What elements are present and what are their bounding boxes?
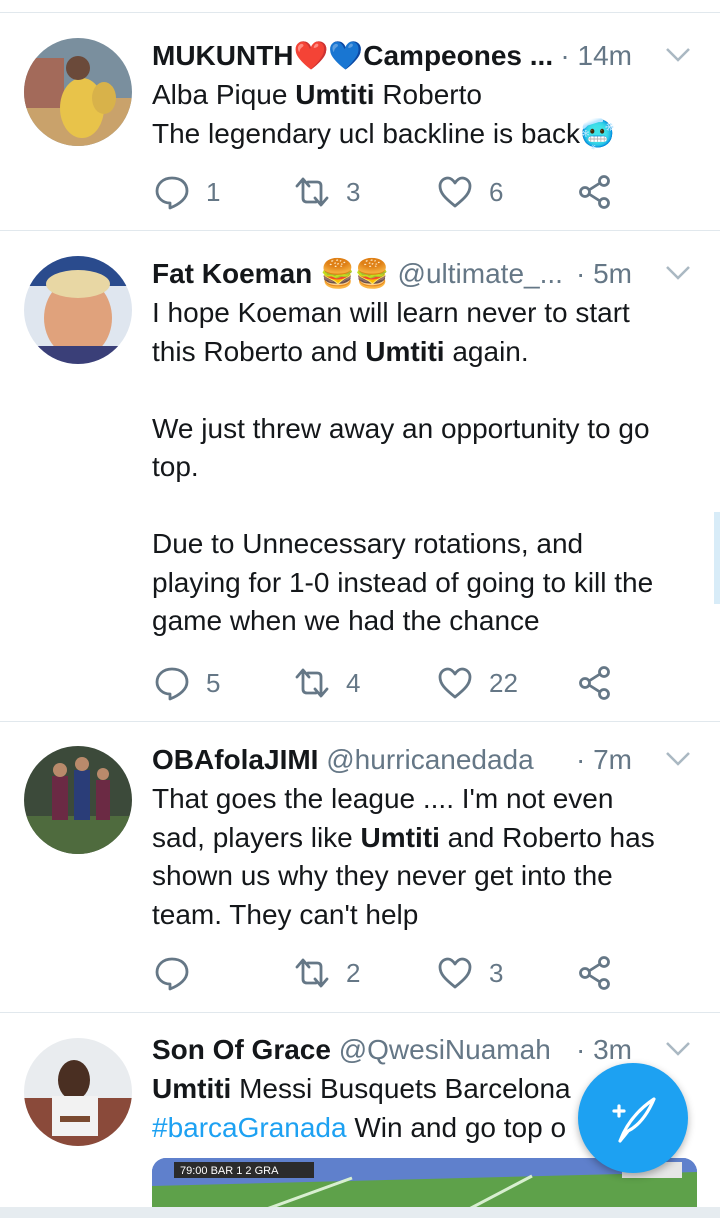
search-term-highlight: Umtiti	[152, 1073, 232, 1104]
share-icon	[579, 175, 610, 209]
retweet-icon	[295, 668, 329, 698]
reply-button[interactable]: 1	[154, 172, 220, 212]
tweet-text: I hope Koeman will learn never to start t…	[152, 294, 697, 641]
like-icon	[438, 667, 472, 699]
tweet-line: Due to Unnecessary rotations, and	[152, 528, 584, 559]
reply-icon	[155, 176, 189, 210]
tweet-header: Fat Koeman 🍔🍔 @ultimate_... · 5m	[152, 255, 692, 293]
compose-tweet-icon	[612, 1097, 656, 1143]
display-name[interactable]: MUKUNTH❤️💙Campeones ...	[152, 40, 553, 71]
reply-icon	[155, 667, 189, 701]
chevron-down-icon[interactable]	[664, 1037, 692, 1061]
timestamp[interactable]: · 14m	[560, 37, 632, 75]
search-term-highlight: Umtiti	[365, 335, 445, 367]
tweet-actions: 2 3	[152, 953, 672, 993]
search-term-highlight: Umtiti	[295, 79, 375, 110]
retweet-icon	[295, 177, 329, 207]
tweet-line: That goes the league .... I'm not even	[152, 783, 614, 814]
retweet-button[interactable]: 4	[294, 663, 360, 703]
like-button[interactable]: 6	[437, 172, 503, 212]
timestamp[interactable]: · 7m	[576, 741, 632, 779]
tweet-line: Alba Pique Umtiti Roberto	[152, 79, 482, 110]
tweet-actions: 5 4 22	[152, 663, 672, 703]
scrollbar-thumb[interactable]	[714, 512, 720, 604]
search-term-highlight: Umtiti	[360, 821, 440, 853]
tweet-text: That goes the league .... I'm not even sa…	[152, 780, 697, 934]
like-count: 3	[489, 957, 504, 988]
share-icon	[579, 956, 610, 990]
bottom-bar	[0, 1207, 720, 1218]
tweet-line: game when we had the chance	[152, 605, 540, 636]
tweet-header: Son Of Grace @QwesiNuamah · 3m	[152, 1031, 692, 1069]
tweet-line: We just threw away an opportunity to go	[152, 412, 650, 444]
compose-tweet-button[interactable]	[578, 1063, 688, 1173]
share-button[interactable]	[577, 953, 629, 993]
like-button[interactable]: 3	[437, 953, 503, 993]
tweet-header: OBAfolaJIMI @hurricanedada · 7m	[152, 741, 692, 779]
tweet-line: The legendary ucl backline is back🥶	[152, 117, 615, 149]
retweet-button[interactable]: 3	[294, 172, 360, 212]
user-handle[interactable]: @QwesiNuamah	[339, 1034, 551, 1065]
retweet-count: 2	[346, 957, 361, 988]
retweet-icon	[295, 958, 329, 988]
reply-button[interactable]: 5	[154, 663, 220, 703]
divider	[0, 230, 720, 231]
avatar[interactable]	[24, 1038, 132, 1146]
share-icon	[579, 666, 610, 700]
timeline-feed[interactable]: MUKUNTH❤️💙Campeones ... · 14m Alba Pique…	[0, 0, 720, 1218]
retweet-button[interactable]: 2	[294, 953, 360, 993]
tweet-actions: 1 3 6	[152, 172, 672, 212]
tweet-line: sad, players like Umtiti and Roberto has	[152, 821, 655, 853]
avatar[interactable]	[24, 746, 132, 854]
tweet-text: Alba Pique Umtiti Roberto The legendary u…	[152, 76, 697, 153]
display-name[interactable]: Son Of Grace	[152, 1034, 331, 1065]
display-name[interactable]: OBAfolaJIMI	[152, 744, 318, 775]
divider	[0, 721, 720, 722]
user-handle[interactable]: @ultimate_...	[398, 258, 563, 289]
tweet-header: MUKUNTH❤️💙Campeones ... · 14m	[152, 37, 692, 75]
tweet-line: shown us why they never get into the	[152, 860, 613, 891]
retweet-count: 4	[346, 667, 361, 698]
divider	[0, 1012, 720, 1013]
like-button[interactable]: 22	[437, 663, 518, 703]
like-icon	[438, 957, 472, 989]
reply-count: 1	[206, 176, 221, 207]
reply-button[interactable]	[154, 953, 206, 993]
chevron-down-icon[interactable]	[664, 747, 692, 771]
avatar[interactable]	[24, 38, 132, 146]
tweet-line: this Roberto and Umtiti again.	[152, 335, 529, 367]
timestamp[interactable]: · 5m	[576, 255, 632, 293]
hashtag-link[interactable]: #barcaGranada	[152, 1112, 347, 1143]
like-icon	[438, 176, 472, 208]
reply-count: 5	[206, 667, 221, 698]
chevron-down-icon[interactable]	[664, 261, 692, 285]
share-button[interactable]	[577, 172, 629, 212]
share-button[interactable]	[577, 663, 629, 703]
tweet-line: team. They can't help	[152, 898, 419, 930]
tweet-line: top.	[152, 451, 199, 482]
like-count: 6	[489, 176, 504, 207]
avatar[interactable]	[24, 256, 132, 364]
chevron-down-icon[interactable]	[664, 43, 692, 67]
video-score-overlay: 79:00 BAR 1 2 GRA	[180, 1165, 279, 1177]
like-count: 22	[489, 667, 518, 698]
display-name[interactable]: Fat Koeman 🍔🍔	[152, 258, 390, 289]
tweet-line: I hope Koeman will learn never to start	[152, 297, 630, 328]
divider	[0, 12, 720, 13]
reply-icon	[155, 957, 189, 991]
user-handle[interactable]: @hurricanedada	[326, 744, 533, 775]
retweet-count: 3	[346, 176, 361, 207]
tweet-line: playing for 1-0 instead of going to kill…	[152, 566, 654, 598]
